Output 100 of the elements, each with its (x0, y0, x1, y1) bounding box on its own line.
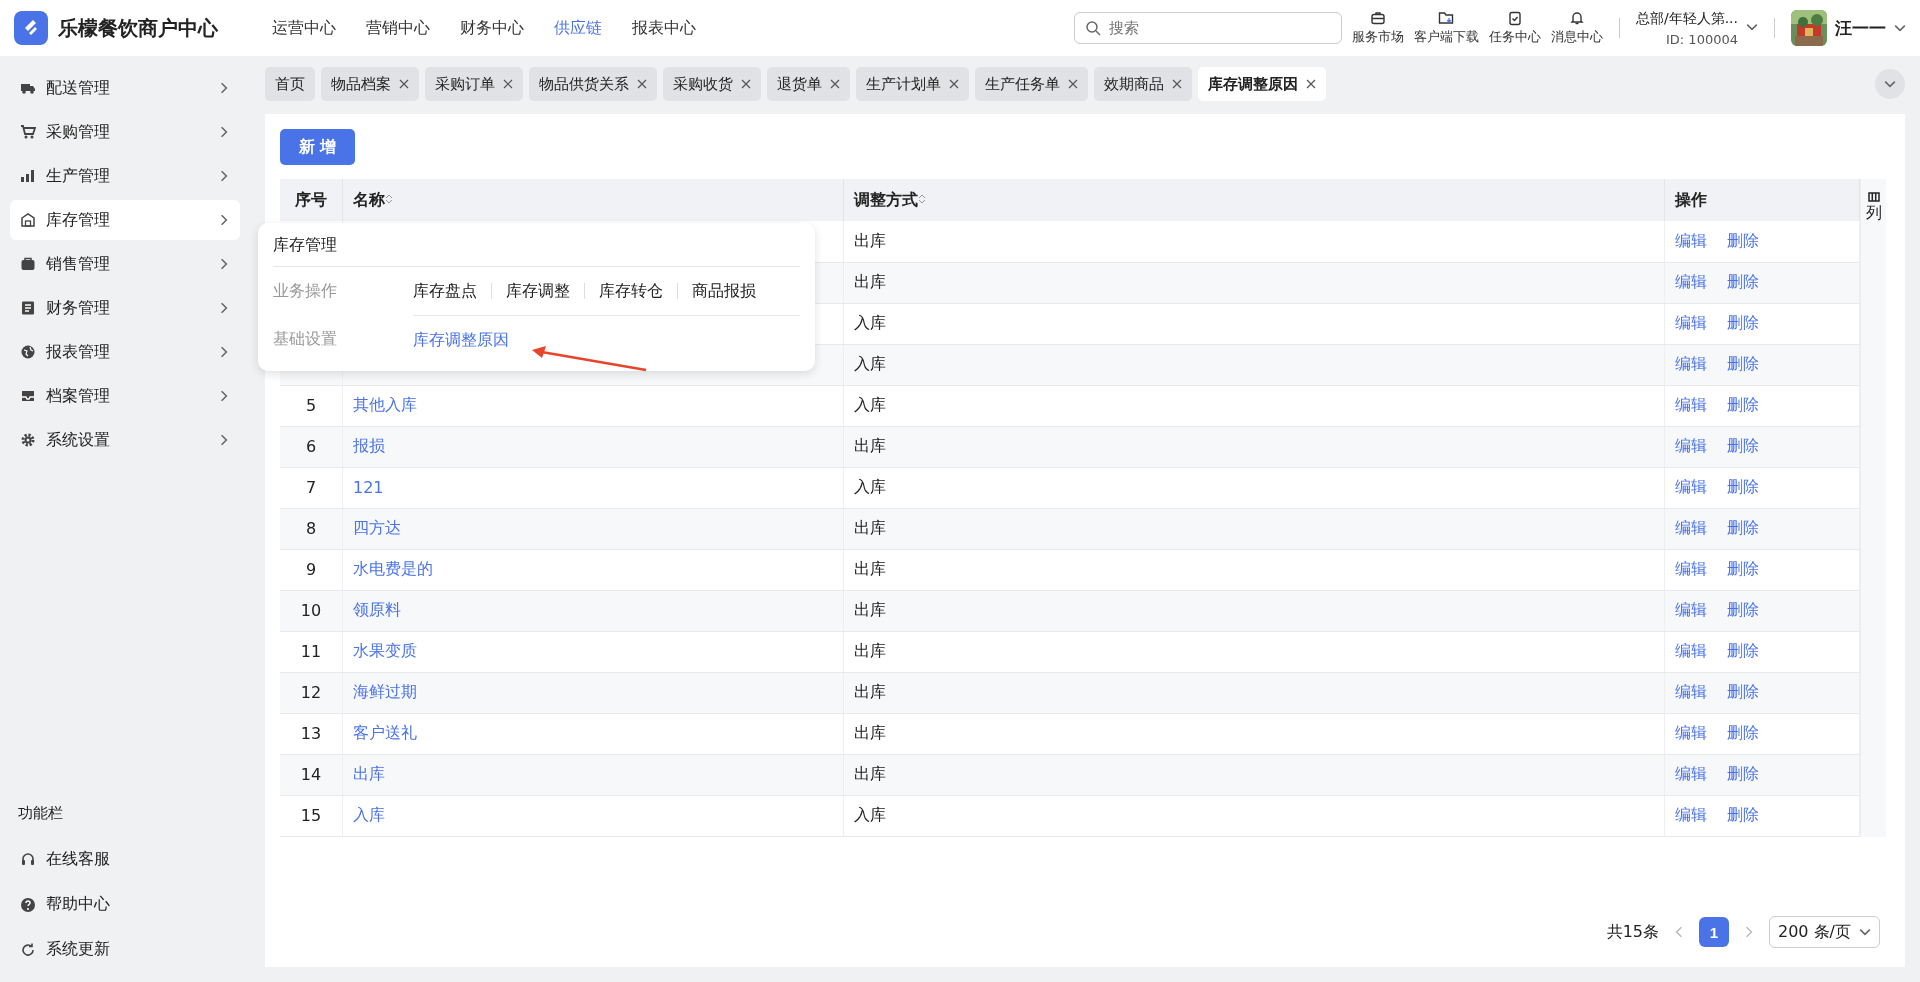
action-link[interactable]: 编辑 (1675, 436, 1707, 455)
menu-link[interactable]: 库存调整 (491, 283, 584, 299)
column-header: 序号 (280, 179, 343, 221)
action-link[interactable]: 编辑 (1675, 641, 1707, 660)
column-settings-button[interactable]: 列 (1860, 179, 1886, 837)
close-icon[interactable] (1306, 79, 1316, 89)
name-link[interactable]: 水电费是的 (353, 559, 433, 578)
nav-tab[interactable]: 报表中心 (632, 17, 696, 39)
close-icon[interactable] (949, 79, 959, 89)
sidebar-item[interactable]: 帮助中心 (0, 882, 250, 927)
nav-tab[interactable]: 财务中心 (460, 17, 524, 39)
action-link[interactable]: 删除 (1727, 559, 1759, 578)
action-link[interactable]: 编辑 (1675, 723, 1707, 742)
page-tab[interactable]: 退货单 (767, 67, 850, 101)
sidebar-item[interactable]: 配送管理 (10, 68, 240, 108)
nav-tab[interactable]: 供应链 (554, 17, 602, 39)
action-link[interactable]: 编辑 (1675, 600, 1707, 619)
action-link[interactable]: 删除 (1727, 764, 1759, 783)
tool-label[interactable]: 任务中心 (1488, 28, 1541, 46)
menu-link[interactable]: 库存盘点 (413, 283, 491, 299)
action-link[interactable]: 编辑 (1675, 764, 1707, 783)
action-link[interactable]: 删除 (1727, 477, 1759, 496)
tool-label[interactable]: 消息中心 (1550, 28, 1603, 46)
sidebar-item[interactable]: 财务管理 (10, 288, 240, 328)
menu-link[interactable]: 商品报损 (677, 283, 770, 299)
close-icon[interactable] (637, 79, 647, 89)
action-link[interactable]: 删除 (1727, 395, 1759, 414)
name-link[interactable]: 水果变质 (353, 641, 417, 660)
sidebar-item[interactable]: 生产管理 (10, 156, 240, 196)
chevron-right-icon (218, 390, 230, 402)
page-tab[interactable]: 采购订单 (425, 67, 523, 101)
sort-icon[interactable] (918, 192, 926, 205)
action-link[interactable]: 删除 (1727, 641, 1759, 660)
action-link[interactable]: 删除 (1727, 230, 1759, 250)
menu-link[interactable]: 库存调整原因 (413, 331, 523, 348)
sidebar-item[interactable]: 库存管理 (10, 200, 240, 240)
sidebar-item[interactable]: 在线客服 (0, 837, 250, 882)
action-link[interactable]: 删除 (1727, 518, 1759, 537)
nav-tab[interactable]: 营销中心 (366, 17, 430, 39)
action-link[interactable]: 编辑 (1675, 230, 1707, 250)
sidebar-item[interactable]: 报表管理 (10, 332, 240, 372)
action-link[interactable]: 删除 (1727, 805, 1759, 824)
name-link[interactable]: 客户送礼 (353, 723, 417, 742)
page-tab[interactable]: 物品档案 (321, 67, 419, 101)
close-icon[interactable] (741, 79, 751, 89)
table-cell: 8 (280, 508, 343, 549)
action-link[interactable]: 删除 (1727, 436, 1759, 455)
action-link[interactable]: 编辑 (1675, 272, 1707, 291)
close-icon[interactable] (1068, 79, 1078, 89)
tool-label[interactable]: 客户端下载 (1413, 28, 1479, 46)
org-name[interactable]: 总部/年轻人第... (1635, 9, 1738, 28)
name-link[interactable]: 四方达 (353, 518, 401, 537)
action-link[interactable]: 删除 (1727, 682, 1759, 701)
sidebar-item[interactable]: 系统设置 (10, 420, 240, 460)
sidebar-item[interactable]: 系统更新 (0, 927, 250, 972)
action-link[interactable]: 编辑 (1675, 518, 1707, 537)
page-button[interactable]: 1 (1699, 917, 1729, 947)
page-tab[interactable]: 首页 (265, 67, 315, 101)
action-link[interactable]: 删除 (1727, 600, 1759, 619)
page-tab[interactable]: 生产任务单 (975, 67, 1088, 101)
action-link[interactable]: 删除 (1727, 354, 1759, 373)
user-name[interactable]: 汪一一 (1835, 16, 1886, 40)
close-icon[interactable] (830, 79, 840, 89)
page-tab[interactable]: 物品供货关系 (529, 67, 657, 101)
action-link[interactable]: 编辑 (1675, 559, 1707, 578)
add-button[interactable]: 新 增 (280, 129, 355, 165)
sidebar-item[interactable]: 采购管理 (10, 112, 240, 152)
close-icon[interactable] (503, 79, 513, 89)
action-link[interactable]: 编辑 (1675, 477, 1707, 496)
action-link[interactable]: 删除 (1727, 723, 1759, 742)
action-link[interactable]: 编辑 (1675, 354, 1707, 373)
more-tabs-button[interactable] (1875, 69, 1905, 99)
sort-icon[interactable] (385, 192, 393, 205)
page-tab[interactable]: 生产计划单 (856, 67, 969, 101)
action-link[interactable]: 编辑 (1675, 313, 1707, 332)
action-link[interactable]: 删除 (1727, 313, 1759, 332)
close-icon[interactable] (1172, 79, 1182, 89)
action-link[interactable]: 编辑 (1675, 395, 1707, 414)
page-size-select[interactable]: 200 条/页 (1769, 916, 1880, 948)
sidebar-item[interactable]: 销售管理 (10, 244, 240, 284)
name-link[interactable]: 领原料 (353, 600, 401, 619)
close-icon[interactable] (399, 79, 409, 89)
name-link[interactable]: 其他入库 (353, 395, 417, 414)
name-link[interactable]: 121 (353, 478, 384, 497)
page-tab[interactable]: 效期商品 (1094, 67, 1192, 101)
sidebar-item[interactable]: 档案管理 (10, 376, 240, 416)
page-tab[interactable]: 库存调整原因 (1198, 67, 1326, 101)
page-tab[interactable]: 采购收货 (663, 67, 761, 101)
name-link[interactable]: 报损 (353, 436, 385, 455)
action-link[interactable]: 编辑 (1675, 682, 1707, 701)
name-link[interactable]: 出库 (353, 764, 385, 783)
search-field[interactable]: 搜索 (1073, 12, 1342, 44)
action-link[interactable]: 编辑 (1675, 805, 1707, 824)
tool-label[interactable]: 服务市场 (1351, 28, 1404, 46)
nav-tab[interactable]: 运营中心 (272, 17, 336, 39)
action-link[interactable]: 删除 (1727, 272, 1759, 291)
menu-link[interactable]: 库存转仓 (584, 283, 677, 299)
refresh-icon (20, 941, 36, 958)
name-link[interactable]: 海鲜过期 (353, 682, 417, 701)
name-link[interactable]: 入库 (353, 805, 385, 824)
